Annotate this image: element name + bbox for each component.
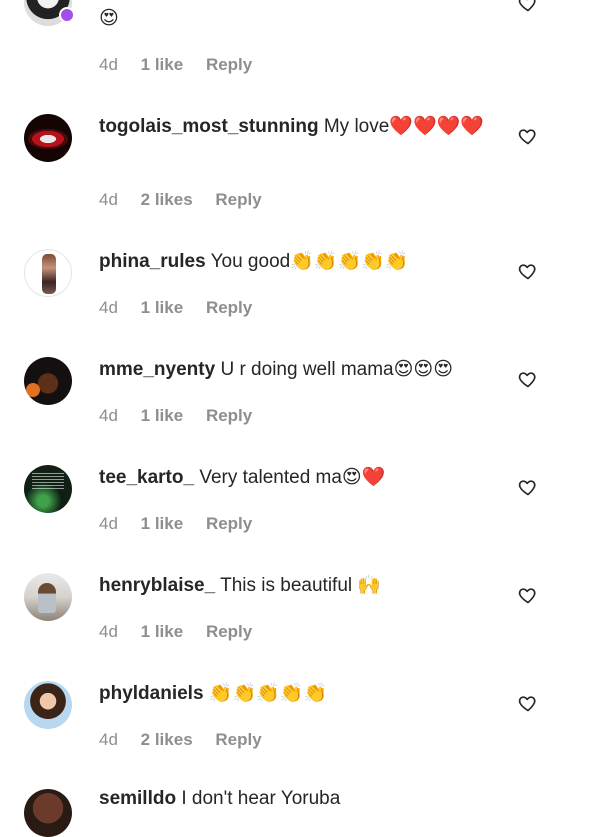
story-badge-icon [59,7,75,23]
likes-count[interactable]: 2 likes [141,189,193,211]
likes-count[interactable]: 1 like [141,297,184,319]
comment-text: tee_karto_ Very talented ma😍❤️ [99,464,509,491]
comment-meta: 4d 2 likes Reply [99,729,262,751]
comment-time: 4d [99,190,118,209]
avatar[interactable] [24,357,72,405]
comment-meta: 4d 1 like Reply [99,513,252,535]
likes-count[interactable]: 1 like [141,54,184,76]
comment-time: 4d [99,298,118,317]
heart-outline-icon[interactable] [518,369,538,389]
heart-outline-icon[interactable] [518,261,538,281]
likes-count[interactable]: 1 like [141,621,184,643]
comment-username[interactable]: togolais_most_stunning [99,116,319,137]
comment-text: togolais_most_stunning My love❤️❤️❤️❤️ [99,113,509,140]
reply-button[interactable]: Reply [206,54,252,76]
comment-body: 😍 [99,8,119,29]
comment-username[interactable]: phyldaniels [99,683,204,704]
heart-outline-icon[interactable] [518,693,538,713]
avatar[interactable] [24,789,72,837]
comment-text: 😍 [99,5,509,32]
avatar[interactable] [24,249,72,297]
comment-text: phyldaniels 👏👏👏👏👏 [99,680,509,707]
heart-outline-icon[interactable] [518,126,538,146]
comment-body: 👏👏👏👏👏 [208,683,328,704]
comment-username[interactable]: semilldo [99,788,176,809]
comment-time: 4d [99,730,118,749]
comment-meta: 4d 1 like Reply [99,621,252,643]
comment-time: 4d [99,514,118,533]
comment-text: semilldo I don't hear Yoruba [99,785,509,812]
reply-button[interactable]: Reply [206,621,252,643]
comment-meta: 4d 2 likes Reply [99,189,262,211]
comment-username[interactable]: tee_karto_ [99,467,194,488]
comment-body: I don't hear Yoruba [181,788,341,809]
reply-button[interactable]: Reply [206,297,252,319]
comment-body: This is beautiful 🙌 [220,575,382,596]
comment-meta: 4d 1 like Reply [99,297,252,319]
reply-button[interactable]: Reply [215,729,261,751]
comment-time: 4d [99,55,118,74]
heart-outline-icon[interactable] [518,585,538,605]
avatar[interactable] [24,681,72,729]
comment-time: 4d [99,406,118,425]
heart-outline-icon[interactable] [518,477,538,497]
avatar[interactable] [24,114,72,162]
likes-count[interactable]: 1 like [141,405,184,427]
comment-text: mme_nyenty U r doing well mama😍😍😍 [99,356,509,383]
avatar[interactable] [24,465,72,513]
comment-body: Very talented ma😍❤️ [199,467,386,488]
likes-count[interactable]: 1 like [141,513,184,535]
comment-body: U r doing well mama😍😍😍 [220,359,454,380]
comment-username[interactable]: henryblaise_ [99,575,215,596]
reply-button[interactable]: Reply [206,405,252,427]
comment-body: You good👏👏👏👏👏 [210,251,409,272]
likes-count[interactable]: 2 likes [141,729,193,751]
avatar[interactable] [24,573,72,621]
comment-meta: 4d 1 like Reply [99,405,252,427]
comment-time: 4d [99,622,118,641]
reply-button[interactable]: Reply [206,513,252,535]
comment-username[interactable]: phina_rules [99,251,206,272]
comment-meta: 4d 1 like Reply [99,54,252,76]
comment-body: My love❤️❤️❤️❤️ [323,116,484,137]
reply-button[interactable]: Reply [215,189,261,211]
comment-text: phina_rules You good👏👏👏👏👏 [99,248,509,275]
comment-text: henryblaise_ This is beautiful 🙌 [99,572,509,599]
comment-username[interactable]: mme_nyenty [99,359,215,380]
heart-outline-icon[interactable] [518,0,538,13]
